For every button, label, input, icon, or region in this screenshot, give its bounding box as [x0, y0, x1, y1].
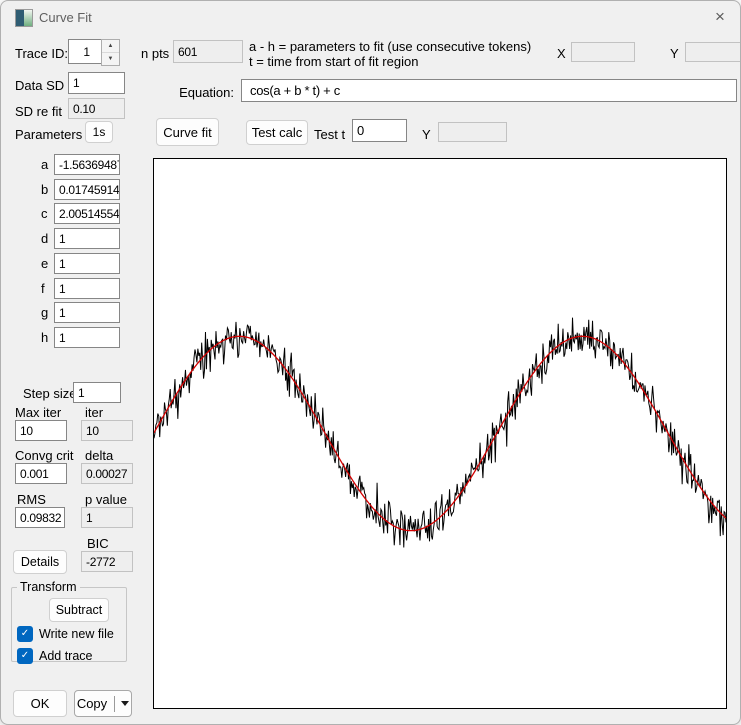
convg-crit-field[interactable]: 0.001: [15, 463, 67, 484]
npts-label: n pts: [141, 46, 169, 61]
plot-area: [153, 158, 727, 709]
param-g-field[interactable]: 1: [54, 302, 120, 323]
spin-down-icon[interactable]: ▼: [102, 53, 119, 65]
param-b-field[interactable]: 0.0174591448: [54, 179, 120, 200]
cursor-y-label: Y: [670, 46, 679, 61]
param-e-label: e: [41, 256, 48, 271]
iter-field: 10: [81, 420, 133, 441]
param-g-label: g: [41, 305, 48, 320]
sd-refit-field: 0.10: [68, 98, 125, 119]
trace-id-stepper[interactable]: ▲ ▼: [101, 39, 120, 66]
param-c-label: c: [41, 206, 48, 221]
param-b-label: b: [41, 182, 48, 197]
title-bar: Curve Fit ×: [1, 1, 740, 33]
transform-legend: Transform: [17, 580, 80, 594]
add-trace-option[interactable]: Add trace: [17, 648, 121, 664]
curve-plot: [154, 159, 726, 708]
copy-split-button[interactable]: Copy: [74, 690, 132, 717]
param-e-field[interactable]: 1: [54, 253, 120, 274]
close-icon[interactable]: ×: [702, 3, 738, 31]
curve-fit-dialog: Curve Fit × Trace ID: 1 ▲ ▼ n pts 601 a …: [0, 0, 741, 725]
npts-field: 601: [173, 40, 243, 63]
test-y-field: [438, 122, 507, 142]
data-sd-label: Data SD: [15, 78, 64, 93]
bic-field: -2772: [81, 551, 133, 572]
trace-id-label: Trace ID:: [15, 46, 68, 61]
test-t-label: Test t: [314, 127, 345, 142]
param-f-field[interactable]: 1: [54, 278, 120, 299]
iter-label: iter: [85, 405, 103, 420]
write-new-file-option[interactable]: Write new file: [17, 626, 121, 642]
details-button[interactable]: Details: [13, 550, 67, 574]
param-a-field[interactable]: -1.5636948763: [54, 154, 120, 175]
test-y-label: Y: [422, 127, 431, 142]
param-c-field[interactable]: 2.0051455488: [54, 203, 120, 224]
test-calc-button[interactable]: Test calc: [246, 120, 308, 145]
cursor-x-field: [571, 42, 635, 62]
step-size-field[interactable]: 1: [73, 382, 121, 403]
add-trace-checkbox[interactable]: [17, 648, 33, 664]
param-f-label: f: [41, 281, 45, 296]
write-new-file-checkbox[interactable]: [17, 626, 33, 642]
rms-label: RMS: [17, 492, 46, 507]
trace-id-field[interactable]: 1: [68, 39, 105, 64]
equation-label: Equation:: [156, 85, 234, 100]
set-ones-button[interactable]: 1s: [85, 121, 113, 143]
param-d-field[interactable]: 1: [54, 228, 120, 249]
max-iter-field[interactable]: 10: [15, 420, 67, 441]
copy-button-label[interactable]: Copy: [77, 696, 107, 711]
help-line-2: t = time from start of fit region: [249, 54, 418, 69]
bic-label: BIC: [87, 536, 109, 551]
write-new-file-label: Write new file: [39, 627, 114, 641]
cursor-y-field: [685, 42, 741, 62]
convg-crit-label: Convg crit: [15, 448, 74, 463]
delta-field: 0.00027: [81, 463, 133, 484]
help-line-1: a - h = parameters to fit (use consecuti…: [249, 39, 531, 54]
app-icon: [15, 9, 33, 27]
delta-label: delta: [85, 448, 113, 463]
param-h-label: h: [41, 330, 48, 345]
transform-group: Transform Subtract Write new file Add tr…: [11, 580, 127, 662]
curve-fit-button[interactable]: Curve fit: [156, 118, 219, 146]
p-value-field: 1: [81, 507, 133, 528]
rms-field[interactable]: 0.09832: [15, 507, 65, 528]
data-sd-field[interactable]: 1: [68, 72, 125, 94]
param-h-field[interactable]: 1: [54, 327, 120, 348]
window-title: Curve Fit: [39, 10, 92, 25]
param-d-label: d: [41, 231, 48, 246]
spin-up-icon[interactable]: ▲: [102, 40, 119, 53]
copy-split-divider: [114, 696, 115, 712]
max-iter-label: Max iter: [15, 405, 61, 420]
copy-dropdown-icon[interactable]: [121, 701, 129, 706]
parameters-label: Parameters: [15, 127, 82, 142]
step-size-label: Step size: [23, 386, 76, 401]
ok-button[interactable]: OK: [13, 690, 67, 717]
p-value-label: p value: [85, 492, 127, 507]
param-a-label: a: [41, 157, 48, 172]
test-t-field[interactable]: 0: [352, 119, 407, 142]
add-trace-label: Add trace: [39, 649, 93, 663]
sd-refit-label: SD re fit: [15, 104, 62, 119]
cursor-x-label: X: [557, 46, 566, 61]
subtract-button[interactable]: Subtract: [49, 598, 109, 622]
equation-field[interactable]: cos(a + b * t) + c: [241, 79, 737, 102]
